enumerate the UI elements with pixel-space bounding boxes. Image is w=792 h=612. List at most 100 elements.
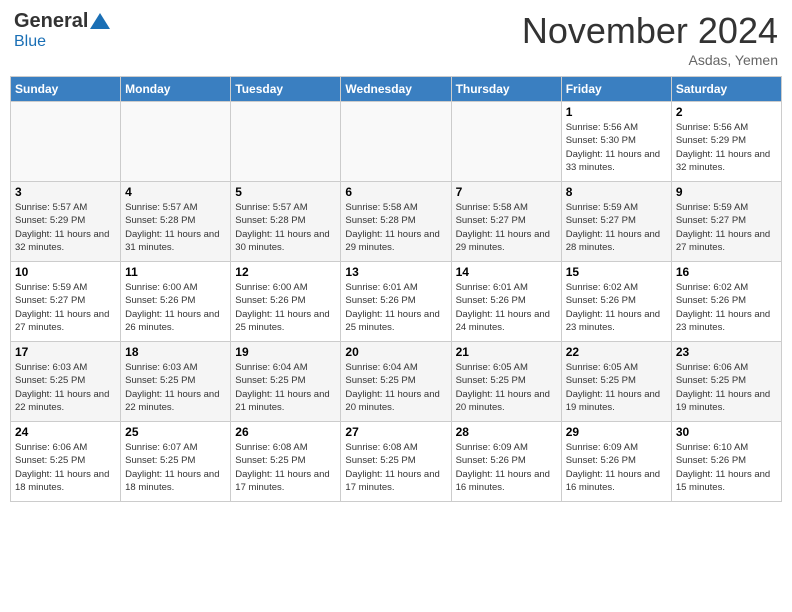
calendar-day-cell: 30 Sunrise: 6:10 AM Sunset: 5:26 PM Dayli… [671,422,781,502]
day-info: Sunrise: 6:08 AM Sunset: 5:25 PM Dayligh… [345,441,446,494]
day-number: 26 [235,425,336,439]
day-info: Sunrise: 5:58 AM Sunset: 5:28 PM Dayligh… [345,201,446,254]
weekday-header: Thursday [451,77,561,102]
day-info: Sunrise: 6:03 AM Sunset: 5:25 PM Dayligh… [15,361,116,414]
day-number: 9 [676,185,777,199]
day-info: Sunrise: 5:59 AM Sunset: 5:27 PM Dayligh… [676,201,777,254]
day-info: Sunrise: 6:09 AM Sunset: 5:26 PM Dayligh… [456,441,557,494]
weekday-header: Saturday [671,77,781,102]
day-info: Sunrise: 6:00 AM Sunset: 5:26 PM Dayligh… [235,281,336,334]
day-info: Sunrise: 5:59 AM Sunset: 5:27 PM Dayligh… [15,281,116,334]
weekday-header: Wednesday [341,77,451,102]
day-number: 10 [15,265,116,279]
calendar-day-cell: 20Sunrise: 6:04 AM Sunset: 5:25 PM Dayli… [341,342,451,422]
day-number: 17 [15,345,116,359]
calendar-day-cell: 8Sunrise: 5:59 AM Sunset: 5:27 PM Daylig… [561,182,671,262]
calendar-day-cell [11,102,121,182]
day-number: 11 [125,265,226,279]
day-number: 15 [566,265,667,279]
weekday-header: Sunday [11,77,121,102]
day-info: Sunrise: 5:56 AM Sunset: 5:29 PM Dayligh… [676,121,777,174]
day-number: 18 [125,345,226,359]
day-number: 2 [676,105,777,119]
calendar-day-cell: 18 Sunrise: 6:03 AM Sunset: 5:25 PM Dayli… [121,342,231,422]
day-number: 1 [566,105,667,119]
day-info: Sunrise: 6:05 AM Sunset: 5:25 PM Dayligh… [566,361,667,414]
day-info: Sunrise: 6:06 AM Sunset: 5:25 PM Dayligh… [15,441,116,494]
calendar-day-cell: 29 Sunrise: 6:09 AM Sunset: 5:26 PM Dayli… [561,422,671,502]
calendar-day-cell: 15 Sunrise: 6:02 AM Sunset: 5:26 PM Dayli… [561,262,671,342]
day-number: 16 [676,265,777,279]
day-info: Sunrise: 6:10 AM Sunset: 5:26 PM Dayligh… [676,441,777,494]
day-info: Sunrise: 6:08 AM Sunset: 5:25 PM Dayligh… [235,441,336,494]
calendar-week-row: 24 Sunrise: 6:06 AM Sunset: 5:25 PM Dayli… [11,422,782,502]
calendar-day-cell: 14 Sunrise: 6:01 AM Sunset: 5:26 PM Dayli… [451,262,561,342]
calendar-week-row: 3 Sunrise: 5:57 AM Sunset: 5:29 PM Daylig… [11,182,782,262]
day-info: Sunrise: 6:01 AM Sunset: 5:26 PM Dayligh… [345,281,446,334]
calendar-day-cell: 23 Sunrise: 6:06 AM Sunset: 5:25 PM Dayli… [671,342,781,422]
day-number: 20 [345,345,446,359]
calendar-day-cell [231,102,341,182]
calendar-day-cell: 4Sunrise: 5:57 AM Sunset: 5:28 PM Daylig… [121,182,231,262]
day-info: Sunrise: 6:07 AM Sunset: 5:25 PM Dayligh… [125,441,226,494]
calendar-day-cell: 25 Sunrise: 6:07 AM Sunset: 5:25 PM Dayli… [121,422,231,502]
day-number: 5 [235,185,336,199]
day-number: 21 [456,345,557,359]
location-text: Asdas, Yemen [522,52,778,68]
day-info: Sunrise: 6:03 AM Sunset: 5:25 PM Dayligh… [125,361,226,414]
calendar-day-cell [121,102,231,182]
calendar-header-row: SundayMondayTuesdayWednesdayThursdayFrid… [11,77,782,102]
weekday-header: Monday [121,77,231,102]
day-info: Sunrise: 6:01 AM Sunset: 5:26 PM Dayligh… [456,281,557,334]
calendar-day-cell: 5 Sunrise: 5:57 AM Sunset: 5:28 PM Daylig… [231,182,341,262]
calendar-day-cell: 2 Sunrise: 5:56 AM Sunset: 5:29 PM Daylig… [671,102,781,182]
calendar-day-cell [451,102,561,182]
calendar-day-cell: 7Sunrise: 5:58 AM Sunset: 5:27 PM Daylig… [451,182,561,262]
day-number: 30 [676,425,777,439]
calendar-day-cell: 27 Sunrise: 6:08 AM Sunset: 5:25 PM Dayli… [341,422,451,502]
calendar-week-row: 17 Sunrise: 6:03 AM Sunset: 5:25 PM Dayli… [11,342,782,422]
calendar-week-row: 1 Sunrise: 5:56 AM Sunset: 5:30 PM Daylig… [11,102,782,182]
calendar-day-cell: 16Sunrise: 6:02 AM Sunset: 5:26 PM Dayli… [671,262,781,342]
month-title: November 2024 [522,10,778,52]
day-number: 24 [15,425,116,439]
day-info: Sunrise: 6:00 AM Sunset: 5:26 PM Dayligh… [125,281,226,334]
day-number: 14 [456,265,557,279]
calendar-day-cell: 13 Sunrise: 6:01 AM Sunset: 5:26 PM Dayli… [341,262,451,342]
calendar-day-cell: 24 Sunrise: 6:06 AM Sunset: 5:25 PM Dayli… [11,422,121,502]
weekday-header: Friday [561,77,671,102]
title-area: November 2024 Asdas, Yemen [522,10,778,68]
calendar-day-cell: 6 Sunrise: 5:58 AM Sunset: 5:28 PM Daylig… [341,182,451,262]
day-info: Sunrise: 5:56 AM Sunset: 5:30 PM Dayligh… [566,121,667,174]
day-number: 7 [456,185,557,199]
day-number: 27 [345,425,446,439]
calendar-day-cell: 21Sunrise: 6:05 AM Sunset: 5:25 PM Dayli… [451,342,561,422]
day-number: 13 [345,265,446,279]
day-number: 23 [676,345,777,359]
day-info: Sunrise: 6:09 AM Sunset: 5:26 PM Dayligh… [566,441,667,494]
calendar-week-row: 10 Sunrise: 5:59 AM Sunset: 5:27 PM Dayli… [11,262,782,342]
day-number: 3 [15,185,116,199]
day-number: 6 [345,185,446,199]
calendar-day-cell: 9 Sunrise: 5:59 AM Sunset: 5:27 PM Daylig… [671,182,781,262]
calendar-day-cell: 26 Sunrise: 6:08 AM Sunset: 5:25 PM Dayli… [231,422,341,502]
day-info: Sunrise: 6:02 AM Sunset: 5:26 PM Dayligh… [566,281,667,334]
logo-general-text: General [14,10,88,33]
logo: General Blue [14,10,110,51]
day-number: 12 [235,265,336,279]
day-info: Sunrise: 6:06 AM Sunset: 5:25 PM Dayligh… [676,361,777,414]
day-number: 28 [456,425,557,439]
calendar-day-cell: 10 Sunrise: 5:59 AM Sunset: 5:27 PM Dayli… [11,262,121,342]
calendar-day-cell: 19Sunrise: 6:04 AM Sunset: 5:25 PM Dayli… [231,342,341,422]
calendar-day-cell: 22Sunrise: 6:05 AM Sunset: 5:25 PM Dayli… [561,342,671,422]
calendar-day-cell: 1 Sunrise: 5:56 AM Sunset: 5:30 PM Daylig… [561,102,671,182]
day-number: 19 [235,345,336,359]
calendar-table: SundayMondayTuesdayWednesdayThursdayFrid… [10,76,782,502]
day-number: 29 [566,425,667,439]
logo-blue-text: Blue [14,33,46,51]
day-info: Sunrise: 5:57 AM Sunset: 5:28 PM Dayligh… [235,201,336,254]
day-number: 25 [125,425,226,439]
day-info: Sunrise: 5:57 AM Sunset: 5:29 PM Dayligh… [15,201,116,254]
day-number: 8 [566,185,667,199]
day-info: Sunrise: 5:57 AM Sunset: 5:28 PM Dayligh… [125,201,226,254]
